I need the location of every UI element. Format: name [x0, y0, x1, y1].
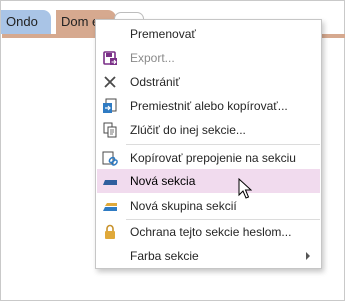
new-section-icon: [101, 172, 119, 190]
move-copy-icon: [101, 97, 119, 115]
delete-x-icon: [101, 73, 119, 91]
section-tab-ondo[interactable]: Ondo: [1, 10, 51, 34]
export-icon: [101, 49, 119, 67]
menu-item-new-section[interactable]: Nová sekcia: [97, 169, 320, 193]
menu-item-password-protect[interactable]: Ochrana tejto sekcie heslom...: [97, 220, 320, 244]
submenu-arrow-icon: [306, 252, 310, 260]
menu-item-label: Ochrana tejto sekcie heslom...: [130, 225, 292, 239]
menu-item-label: Kopírovať prepojenie na sekciu: [130, 151, 296, 165]
menu-item-label: Odstrániť: [130, 75, 180, 89]
menu-item-label: Nová sekcia: [130, 174, 196, 188]
menu-item-new-section-group[interactable]: Nová skupina sekcií: [97, 194, 320, 218]
menu-item-label: Zlúčiť do inej sekcie...: [130, 123, 246, 137]
menu-item-label: Export...: [130, 51, 175, 65]
merge-icon: [101, 121, 119, 139]
menu-item-move-copy[interactable]: Premiestniť alebo kopírovať...: [97, 94, 320, 118]
mouse-pointer-icon: [238, 178, 252, 199]
menu-separator: [126, 144, 320, 145]
menu-item-export[interactable]: Export...: [97, 46, 320, 70]
menu-item-label: Nová skupina sekcií: [130, 199, 237, 213]
lock-icon: [101, 223, 119, 241]
menu-item-delete[interactable]: Odstrániť: [97, 70, 320, 94]
menu-item-label: Premenovať: [130, 27, 196, 41]
menu-item-label: Farba sekcie: [130, 249, 199, 263]
context-menu: Premenovať Export... Odstrániť Premiestn…: [95, 19, 322, 269]
menu-item-section-color[interactable]: Farba sekcie: [97, 244, 320, 268]
menu-item-label: Premiestniť alebo kopírovať...: [130, 99, 288, 113]
menu-item-copy-link[interactable]: Kopírovať prepojenie na sekciu: [97, 146, 320, 170]
menu-item-rename[interactable]: Premenovať: [97, 22, 320, 46]
menu-item-merge[interactable]: Zlúčiť do inej sekcie...: [97, 118, 320, 142]
new-section-group-icon: [101, 197, 119, 215]
link-icon: [101, 149, 119, 167]
